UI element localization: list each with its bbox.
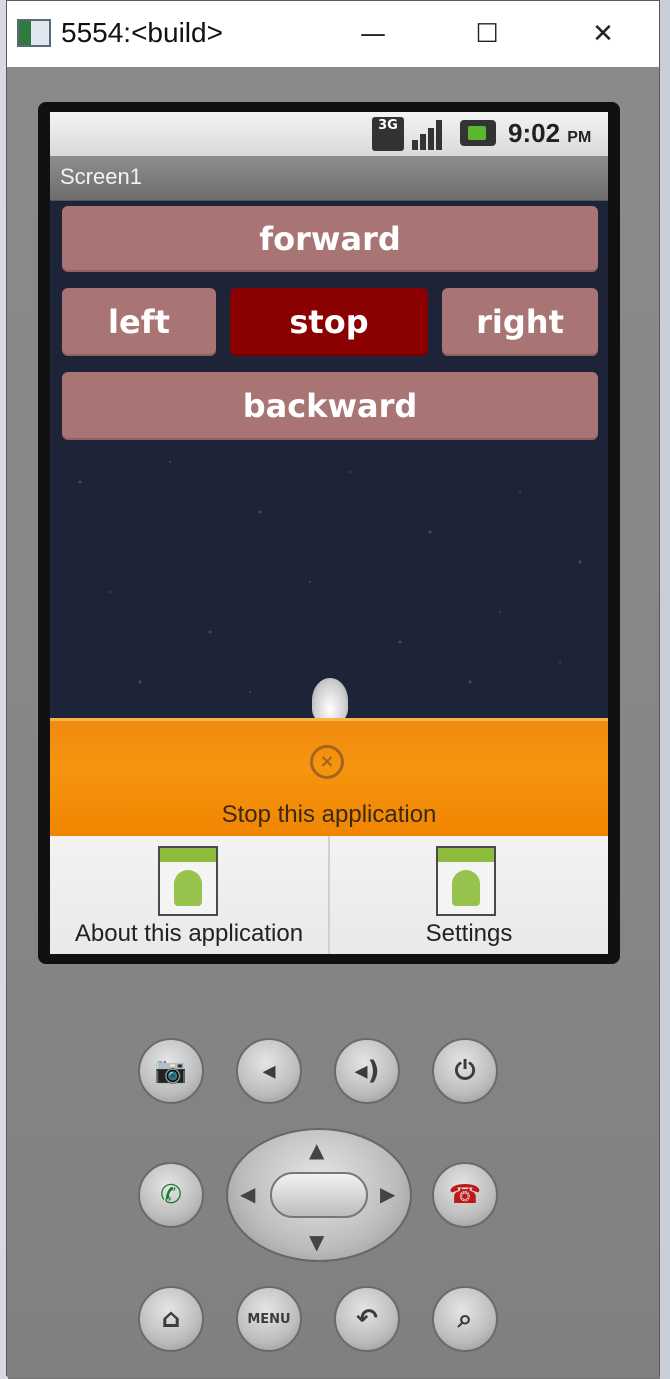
volume-down-button[interactable]: ◂ (236, 1038, 302, 1104)
status-bar: 3G 9:02 PM (50, 112, 608, 156)
3g-icon: 3G (372, 117, 404, 151)
settings-menu-item[interactable]: Settings (330, 836, 608, 954)
stop-icon: × (310, 745, 344, 779)
settings-label: Settings (425, 920, 513, 947)
close-button[interactable]: ✕ (573, 11, 633, 57)
desktop-background (660, 0, 670, 1379)
call-button[interactable]: ✆ (138, 1162, 204, 1228)
minimize-button[interactable]: — (343, 11, 403, 57)
dpad-down-icon[interactable]: ▼ (309, 1230, 324, 1254)
stop-app-label: Stop this application (221, 801, 437, 828)
device-screen: 3G 9:02 PM Screen1 forward left stop rig… (50, 112, 608, 954)
stop-button[interactable]: stop (230, 288, 428, 356)
dpad-right-icon[interactable]: ▶ (380, 1182, 395, 1206)
menu-button[interactable]: MENU (236, 1286, 302, 1352)
power-button[interactable]: ⏻ (432, 1038, 498, 1104)
window-title: 5554:<build> (61, 17, 223, 48)
camera-button[interactable]: 📷 (138, 1038, 204, 1104)
end-call-button[interactable]: ☎ (432, 1162, 498, 1228)
volume-up-icon: ◂) (354, 1056, 380, 1086)
about-menu-item[interactable]: About this application (50, 836, 328, 954)
app-icon (17, 19, 51, 47)
app-title-bar: Screen1 (50, 156, 608, 201)
home-icon: ⌂ (161, 1304, 181, 1334)
right-button[interactable]: right (442, 288, 598, 356)
rocket-image (312, 678, 348, 722)
battery-icon (460, 120, 496, 146)
search-icon: ⌕ (457, 1303, 473, 1334)
android-icon (436, 846, 496, 916)
minimize-icon: — (360, 19, 386, 49)
signal-icon (412, 118, 448, 150)
stop-app-menu-item[interactable]: × Stop this application (50, 718, 608, 839)
dpad-left-icon[interactable]: ◀ (240, 1182, 255, 1206)
dpad-up-icon[interactable]: ▲ (309, 1138, 324, 1162)
home-button[interactable]: ⌂ (138, 1286, 204, 1352)
time-value: 9:02 (508, 118, 561, 148)
options-menu: About this application Settings (50, 836, 608, 954)
android-icon (158, 846, 218, 916)
volume-down-icon: ◂ (262, 1056, 276, 1086)
forward-button[interactable]: forward (62, 206, 598, 272)
search-button[interactable]: ⌕ (432, 1286, 498, 1352)
screen-title: Screen1 (60, 164, 142, 189)
backward-button[interactable]: backward (62, 372, 598, 440)
back-icon: ↶ (356, 1304, 378, 1334)
camera-icon: 📷 (154, 1056, 188, 1086)
title-bar: 5554:<build> — ☐ ✕ (7, 1, 659, 67)
volume-up-button[interactable]: ◂) (334, 1038, 400, 1104)
end-call-icon: ☎ (448, 1180, 482, 1210)
left-button[interactable]: left (62, 288, 216, 356)
status-time: 9:02 PM (508, 118, 591, 149)
maximize-icon: ☐ (475, 19, 499, 49)
close-icon: ✕ (592, 19, 614, 49)
dpad-center-button[interactable] (270, 1172, 368, 1218)
about-label: About this application (74, 920, 304, 947)
call-icon: ✆ (160, 1180, 182, 1210)
time-ampm: PM (567, 129, 592, 146)
back-button[interactable]: ↶ (334, 1286, 400, 1352)
maximize-button[interactable]: ☐ (457, 11, 517, 57)
power-icon: ⏻ (454, 1055, 476, 1086)
menu-key-label: MENU (247, 1311, 291, 1327)
